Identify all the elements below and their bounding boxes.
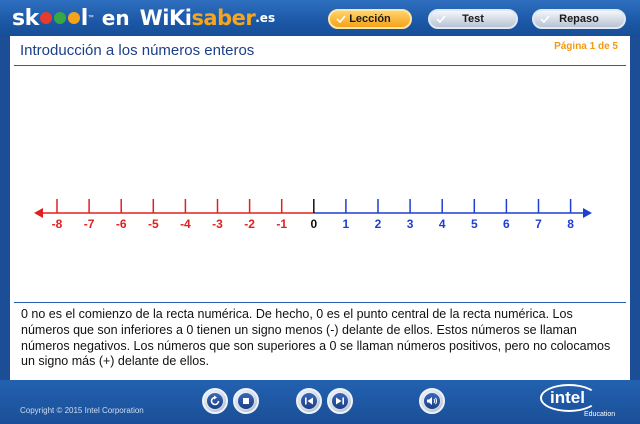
tick-label: 2 (375, 217, 382, 231)
skoool-wikisaber-logo: sk l ™ en WiKisaber .es (12, 5, 276, 31)
checkmark-icon (540, 15, 550, 23)
lesson-panel: Introducción a los números enteros Págin… (10, 36, 630, 380)
header-bar: sk l ™ en WiKisaber .es Lección Test Repas… (0, 0, 640, 36)
tab-leccion-label: Lección (349, 13, 391, 25)
stop-icon (238, 393, 254, 409)
tick-label: 0 (310, 217, 317, 231)
tick-label: 5 (471, 217, 478, 231)
tick-label: -3 (212, 217, 223, 231)
previous-icon (301, 393, 317, 409)
tab-test-label: Test (462, 13, 484, 25)
logo-dot-green (53, 12, 66, 24)
stop-button[interactable] (233, 388, 259, 414)
tick-label: 7 (535, 217, 542, 231)
tab-repaso[interactable]: Repaso (532, 9, 626, 29)
tab-leccion[interactable]: Lección (328, 9, 412, 29)
tick-label: -8 (52, 217, 63, 231)
number-line: -8 -7 -6 -5 -4 -3 -2 -1 0 1 2 3 4 5 6 7 8 (34, 199, 592, 231)
tick-label: -5 (148, 217, 159, 231)
right-arrow-icon (583, 208, 592, 218)
checkmark-icon (336, 15, 346, 23)
app-window: sk l ™ en WiKisaber .es Lección Test Repas… (0, 0, 640, 424)
tick-label: -7 (84, 217, 95, 231)
copyright: Copyright © 2015 Intel Corporation (20, 406, 144, 415)
audio-button[interactable] (419, 388, 445, 414)
tab-repaso-label: Repaso (559, 13, 599, 25)
tab-test[interactable]: Test (428, 9, 518, 29)
tick-label: -2 (244, 217, 255, 231)
text-divider (14, 302, 626, 303)
replay-button[interactable] (202, 388, 228, 414)
tick-label: 6 (503, 217, 510, 231)
tick-label: 8 (567, 217, 574, 231)
tick-label: -6 (116, 217, 127, 231)
tick-label: -1 (276, 217, 287, 231)
logo-dot-orange (67, 12, 80, 24)
intel-education-label: Education (584, 411, 616, 418)
left-arrow-icon (34, 208, 43, 218)
footer-bar: Copyright © 2015 Intel Corporation intel… (0, 380, 640, 424)
logo-dot-red (39, 12, 52, 24)
speaker-icon (424, 393, 440, 409)
checkmark-icon (436, 15, 446, 23)
tick-label: 1 (343, 217, 350, 231)
replay-icon (207, 393, 223, 409)
next-button[interactable] (327, 388, 353, 414)
previous-button[interactable] (296, 388, 322, 414)
explanation-text: 0 no es el comienzo de la recta numérica… (21, 307, 611, 369)
tick-label: 4 (439, 217, 446, 231)
next-icon (332, 393, 348, 409)
tick-label: 3 (407, 217, 414, 231)
tick-label: -4 (180, 217, 191, 231)
